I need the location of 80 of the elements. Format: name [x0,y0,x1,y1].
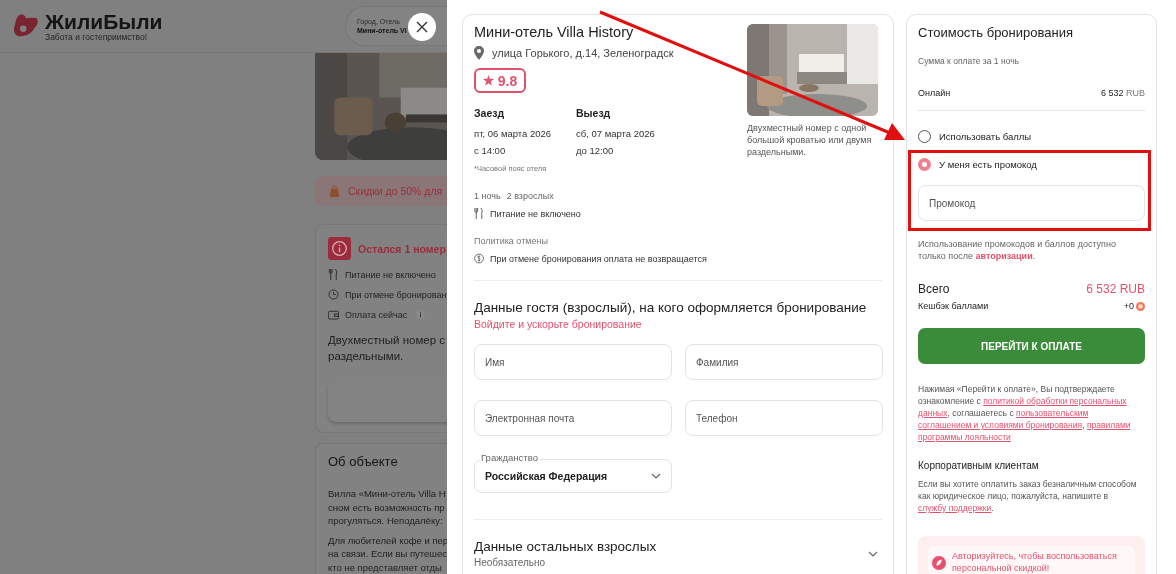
price-value: 6 532 RUB [1100,88,1145,98]
login-link[interactable]: авторизации [975,251,1033,261]
input-field[interactable]: Фамилия [685,344,883,380]
price-subtitle: Сумма к оплате за 1 ночь [918,56,1021,66]
alert-text: Остался 1 номер [358,242,446,255]
chevron-icon [651,473,661,479]
fork-knife-icon [328,269,339,280]
promo-code-field[interactable]: Промокод [918,185,1145,221]
cashback-value: +0 [1123,301,1134,311]
input-field[interactable]: Электронная почта [474,400,672,436]
description-text: прогуляться. Неподалёку: [328,514,444,528]
pay-button[interactable]: ПЕРЕЙТИ К ОПЛАТЕ [918,328,1145,364]
logo-name: ЖилиБыли [45,10,163,32]
logo-tagline: Забота и гостеприимство! [45,32,148,42]
terms-link[interactable]: программы лояльности [918,432,1011,442]
chevron-icon[interactable] [868,550,878,557]
policy-label: Политика отмены [474,236,549,246]
promo-note: Использование промокодов и баллов доступно только после авторизации. [918,238,1117,262]
radio-label: У меня есть промокод [939,159,1037,170]
card-title: Стоимость бронирования [918,25,1074,40]
login-link[interactable]: Войдите и ускорьте бронирование [474,318,642,330]
input-field[interactable]: Имя [474,344,672,380]
nights-text: 1 ночь [474,191,501,201]
description-text: Для любителей кофе и пер [328,533,447,547]
star-icon [482,75,494,86]
radio-button[interactable] [918,158,931,171]
policy-text: При отмене бронирования оплата не возвращается [490,253,707,264]
coin-icon [1136,301,1145,311]
description-text: кто не представляет отды [328,560,443,574]
field-label: Гражданство [480,452,539,463]
auth-text: Авторизуйтесь, чтобы воспользоваться персональной скидкой! [952,550,1118,574]
room-description: Двухместный номер с [328,333,447,348]
description-text: на связи. Если вы путешес [328,547,447,561]
shopping-bag-icon [329,184,340,198]
meal-text: Питание не включено [490,208,581,219]
leaf-icon [932,556,946,570]
date-text: пт, 06 марта 2026 [474,128,553,139]
description-text: Вилла «Мини-отель Villa H [328,487,447,501]
hotel-address: улица Горького, д.14, Зеленоградск [492,47,674,59]
section-title: Об объекте [328,454,399,469]
date-label: Заезд [474,107,506,119]
date-label: Выезд [576,107,612,119]
info-icon[interactable] [416,310,426,319]
feature-text: При отмене бронирован [345,289,447,300]
feature-text: Питание не включено [345,269,436,280]
fork-knife-icon [474,208,484,219]
logo-icon [12,13,40,39]
feature-text: Оплата сейчас [345,309,408,320]
terms-link[interactable]: пользовательским [1016,408,1089,418]
price-label: Онлайн [918,88,951,98]
room-description: раздельными. [328,349,405,364]
time-text: до 12:00 [576,145,615,156]
total-amount: 6 532 RUB [1086,282,1145,296]
hotel-name: Мини-отель Villa History [474,24,635,40]
info-icon [328,237,351,260]
terms-link[interactable]: правилами [1086,420,1131,430]
pin-icon [474,46,484,60]
close-icon [416,21,428,33]
consent-text: Нажимая «Перейти к оплате», Вы подтверждаете ознакомление с политикой обработки персональных данных, соглашаетесь с пользовательским соглашением и условиями бронирования, правилами программы лояльности [918,383,1132,443]
date-text: сб, 07 марта 2026 [576,128,656,139]
guests-text: 2 взрослых [506,191,554,201]
corporate-text: Если вы хотите оплатить заказ безналичным способом как юридическое лицо, пожалуйста, напишите в службу поддержки. [918,478,1138,514]
input-field[interactable]: Телефон [685,400,883,436]
terms-link[interactable]: политикой обработки персональных [983,396,1127,406]
radio-label: Использовать баллы [939,131,1032,142]
cashback-label: Кешбэк баллами [918,301,989,311]
clock-icon [328,289,339,300]
time-text: с 14:00 [474,145,507,156]
section-title: Данные остальных взрослых [474,539,657,554]
optional-text: Необязательно [474,557,547,568]
radio-button[interactable] [918,130,931,143]
description-text: сном есть возможность пр [328,500,446,514]
dollar-circle-icon [474,253,484,264]
total-label: Всего [918,282,950,296]
wallet-icon [328,309,339,320]
promo-text: Скидки до 50% для [348,185,443,197]
rating-badge: 9.8 [474,68,526,93]
section-title: Данные гостя (взрослый), на кого оформляется бронирование [474,300,868,315]
room-description: Двухместный номер с одной большой кроватью или двумя раздельными. [747,122,873,158]
section-title: Корпоративным клиентам [918,460,1040,471]
